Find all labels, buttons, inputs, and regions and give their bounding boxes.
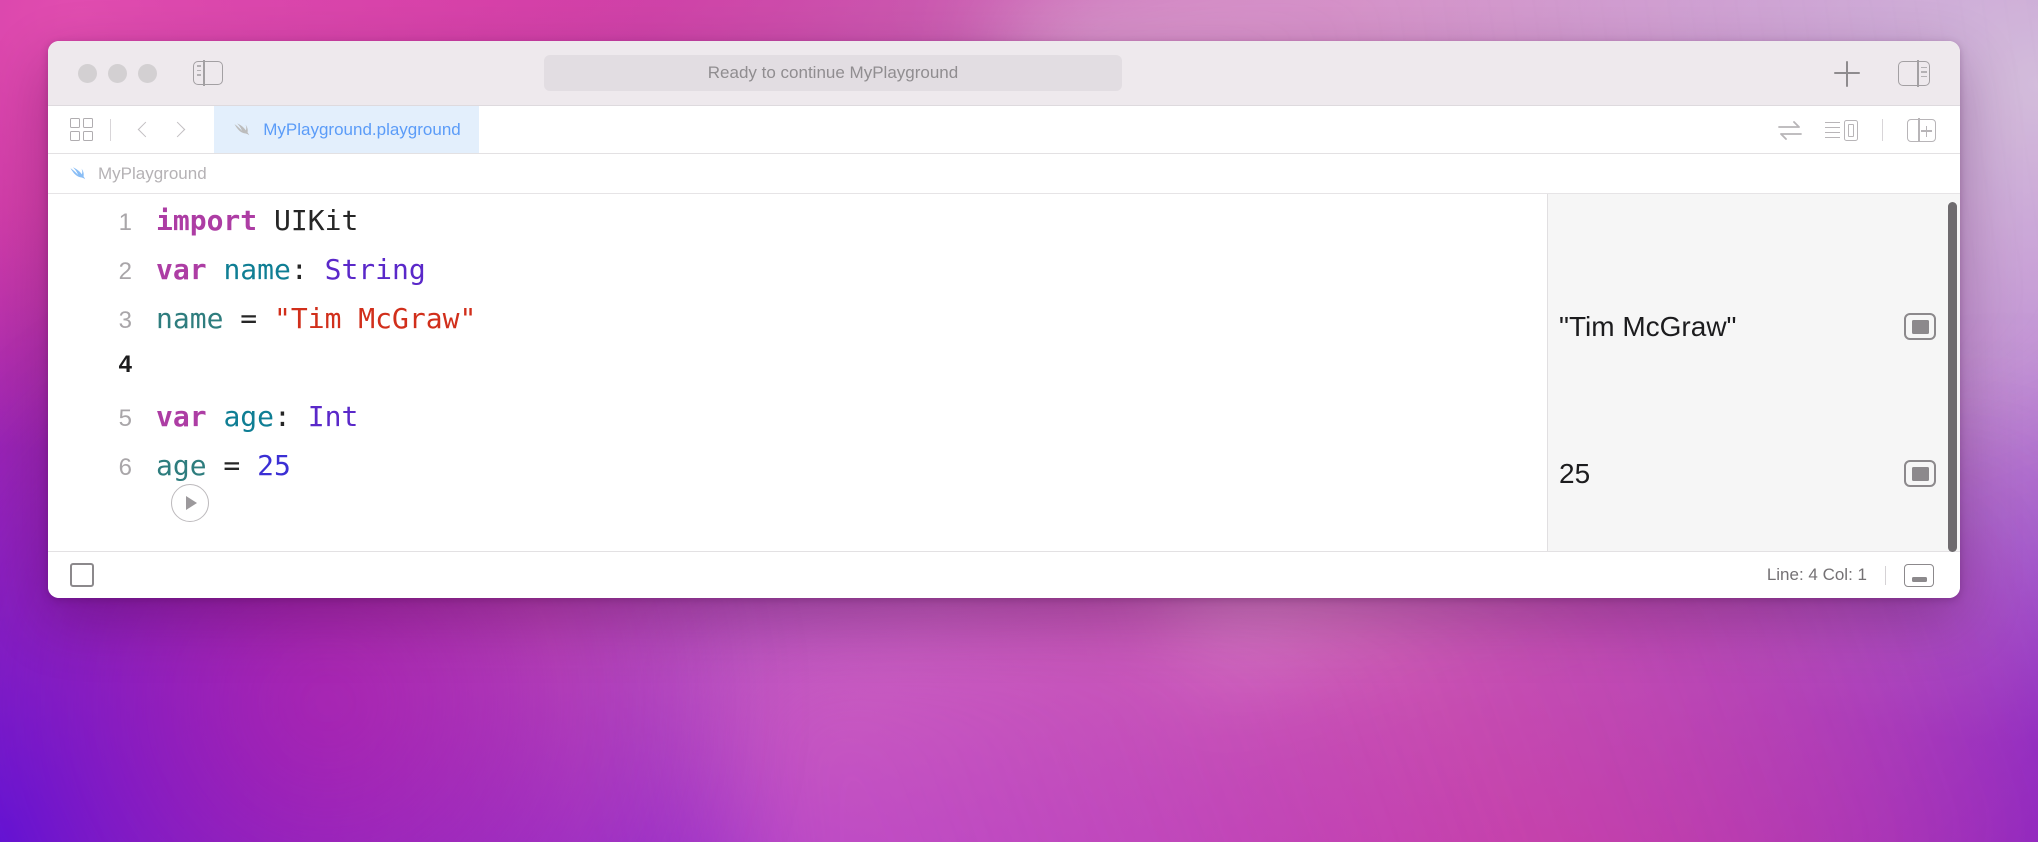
xcode-window: Ready to continue MyPlayground MyPlaygro… [48,41,1960,598]
editor-statusbar: Line: 4 Col: 1 [48,551,1960,598]
code-line[interactable]: 3name = "Tim McGraw" [48,302,1547,351]
result-value: "Tim McGraw" [1559,311,1737,343]
divider [1882,119,1883,141]
console-toggle-icon[interactable] [1904,564,1934,587]
result-value: 25 [1559,458,1590,490]
code-line[interactable]: 1import UIKit [48,204,1547,253]
code-token [207,253,224,286]
window-titlebar: Ready to continue MyPlayground [48,41,1960,106]
plus-icon[interactable] [1834,61,1860,87]
quick-look-icon[interactable] [1904,460,1936,487]
results-sidebar: "Tim McGraw" 25 [1547,194,1960,551]
code-line[interactable]: 4 [48,351,1547,400]
minimize-button[interactable] [108,64,127,83]
divider [1885,566,1886,585]
code-token: "Tim McGraw" [274,302,476,335]
code-token: String [325,253,426,286]
code-line[interactable]: 2var name: String [48,253,1547,302]
result-row: 25 [1548,449,1960,498]
swap-arrows-icon[interactable] [1777,120,1803,140]
inspector-panel-icon[interactable] [1898,61,1930,86]
line-number: 5 [48,405,156,433]
line-number: 4 [48,351,156,379]
code-token: = [207,449,258,482]
chevron-left-icon[interactable] [134,119,156,141]
code-text: age = 25 [156,449,291,482]
code-token: var [156,253,207,286]
code-token: Int [308,400,359,433]
code-token: = [223,302,274,335]
swift-file-icon [232,120,252,140]
tabbar-navigation [48,106,196,153]
code-text: name = "Tim McGraw" [156,302,476,335]
divider [110,119,111,141]
line-number: 1 [48,209,156,237]
sidebar-left-icon[interactable] [193,61,223,85]
line-number: 2 [48,258,156,286]
play-icon[interactable] [171,484,209,522]
code-text: import UIKit [156,204,358,237]
close-button[interactable] [78,64,97,83]
code-token: 25 [257,449,291,482]
code-text: var age: Int [156,400,358,433]
add-editor-icon[interactable] [1907,119,1936,142]
breadcrumb[interactable]: MyPlayground [48,154,1960,194]
code-token: name [156,302,223,335]
editor-tabbar: MyPlayground.playground [48,106,1960,154]
tab-label: MyPlayground.playground [263,120,461,140]
code-token: age [223,400,274,433]
chevron-right-icon[interactable] [168,119,190,141]
swift-file-icon [68,164,88,184]
line-number: 3 [48,307,156,335]
live-view-checkbox[interactable] [70,563,94,587]
code-token [207,400,224,433]
status-text: Ready to continue MyPlayground [708,63,958,83]
code-token: import [156,204,257,237]
code-token [257,204,274,237]
tab-myplayground[interactable]: MyPlayground.playground [214,106,479,153]
code-text: var name: String [156,253,426,286]
editor-area: 1import UIKit2var name: String3name = "T… [48,194,1960,551]
editor-results-icon[interactable] [1825,120,1858,141]
titlebar-actions [1834,41,1930,106]
line-number: 6 [48,454,156,482]
quick-look-icon[interactable] [1904,313,1936,340]
code-token: UIKit [274,204,358,237]
result-row: "Tim McGraw" [1548,302,1960,351]
code-token: : [291,253,325,286]
code-line[interactable]: 5var age: Int [48,400,1547,449]
code-editor[interactable]: 1import UIKit2var name: String3name = "T… [48,194,1547,551]
code-line[interactable]: 6age = 25 [48,449,1547,498]
code-token: age [156,449,207,482]
breadcrumb-label: MyPlayground [98,164,207,184]
statusbar-right: Line: 4 Col: 1 [1767,564,1934,587]
code-token: : [274,400,308,433]
grid-view-icon[interactable] [70,118,93,141]
cursor-position: Line: 4 Col: 1 [1767,565,1867,585]
vertical-scrollbar[interactable] [1948,202,1957,552]
zoom-button[interactable] [138,64,157,83]
code-token: var [156,400,207,433]
traffic-lights [78,64,157,83]
tabbar-actions [1777,106,1936,154]
status-bar-pill: Ready to continue MyPlayground [544,55,1122,91]
code-token: name [223,253,290,286]
